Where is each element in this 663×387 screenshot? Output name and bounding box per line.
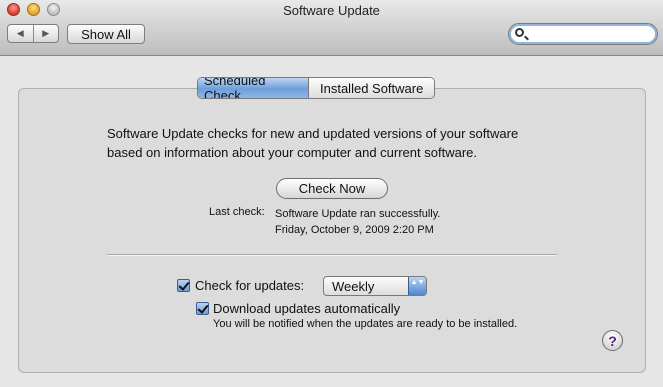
last-check-status: Software Update ran successfully. Friday… xyxy=(275,206,440,238)
title-bar: ● ● ● Software Update ◀ ▶ Show All xyxy=(0,0,663,56)
back-forward-control: ◀ ▶ xyxy=(7,24,59,43)
update-frequency-select[interactable]: Weekly ▲▼ xyxy=(323,276,427,296)
help-button[interactable]: ? xyxy=(602,330,623,351)
check-now-button[interactable]: Check Now xyxy=(276,178,388,199)
download-note: You will be notified when the updates ar… xyxy=(213,318,518,330)
description-line-1: Software Update checks for new and updat… xyxy=(107,126,519,141)
back-button[interactable]: ◀ xyxy=(8,25,33,42)
last-check-label: Last check: xyxy=(209,206,265,218)
window-title: Software Update xyxy=(283,3,380,18)
description: Software Update checks for new and updat… xyxy=(107,124,577,162)
back-arrow-icon: ◀ xyxy=(16,28,24,38)
tab-installed-software[interactable]: Installed Software xyxy=(308,78,435,98)
description-line-2: based on information about your computer… xyxy=(107,145,477,160)
tab-scheduled-check[interactable]: Scheduled Check xyxy=(198,78,308,98)
update-frequency-value: Weekly xyxy=(332,279,375,294)
help-icon: ? xyxy=(608,332,617,349)
search-field[interactable] xyxy=(508,23,658,45)
download-automatically-label: Download updates automatically xyxy=(213,301,401,316)
show-all-button[interactable]: Show All xyxy=(67,24,145,44)
forward-arrow-icon: ▶ xyxy=(42,28,50,38)
search-icon xyxy=(515,28,524,37)
check-for-updates-checkbox[interactable] xyxy=(177,279,190,292)
last-check-timestamp: Friday, October 9, 2009 2:20 PM xyxy=(275,224,434,236)
check-for-updates-label: Check for updates: xyxy=(195,278,305,293)
divider xyxy=(107,254,557,256)
tab-bar: Scheduled Check Installed Software xyxy=(197,77,436,99)
search-input[interactable] xyxy=(531,26,653,44)
last-check-result: Software Update ran successfully. xyxy=(275,208,441,220)
select-arrows-icon: ▲▼ xyxy=(408,277,426,295)
forward-button[interactable]: ▶ xyxy=(32,25,59,42)
download-automatically-checkbox[interactable] xyxy=(196,302,209,315)
